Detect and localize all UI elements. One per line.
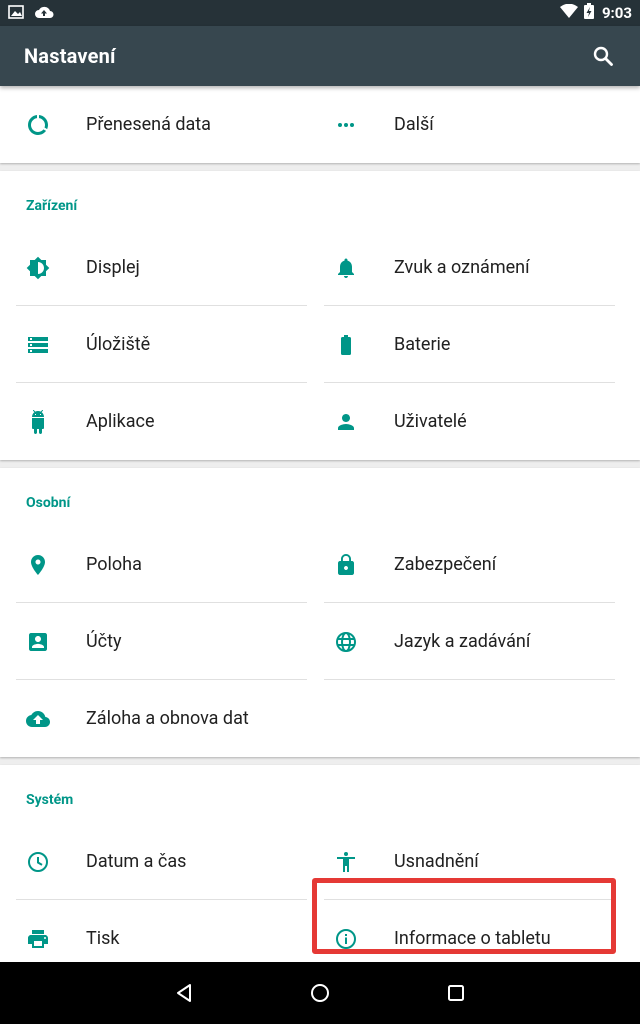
info-icon xyxy=(324,927,368,951)
tile-label: Záloha a obnova dat xyxy=(86,708,249,729)
tile-label: Jazyk a zadávání xyxy=(394,631,531,652)
clock-icon xyxy=(16,850,60,874)
bell-icon xyxy=(324,256,368,280)
tile-label: Poloha xyxy=(86,554,142,575)
tile-more[interactable]: Další xyxy=(324,86,615,163)
tile-label: Zvuk a oznámení xyxy=(394,257,530,278)
settings-list: Přenesená data Další Zařízení Displej Zv… xyxy=(0,86,640,962)
tile-accounts[interactable]: Účty xyxy=(16,603,307,680)
tile-apps[interactable]: Aplikace xyxy=(16,383,307,460)
clock-time: 9:03 xyxy=(601,4,632,22)
status-bar: 9:03 xyxy=(0,0,640,26)
accessibility-icon xyxy=(324,850,368,874)
tile-backup[interactable]: Záloha a obnova dat xyxy=(16,680,307,757)
brightness-icon xyxy=(16,256,60,280)
cloud-upload-icon xyxy=(16,707,60,731)
battery-charging-icon xyxy=(583,3,594,23)
section-device: Zařízení Displej Zvuk a oznámení Úložišt… xyxy=(0,171,640,460)
tile-label: Usnadnění xyxy=(394,851,479,872)
tile-data-usage[interactable]: Přenesená data xyxy=(16,86,307,163)
tile-date-time[interactable]: Datum a čas xyxy=(16,823,307,900)
section-personal: Osobní Poloha Zabezpečení Účty Jazyk a z… xyxy=(0,468,640,757)
printer-icon xyxy=(16,927,60,951)
tile-language[interactable]: Jazyk a zadávání xyxy=(324,603,615,680)
tile-label: Účty xyxy=(86,631,122,652)
wifi-icon xyxy=(559,3,578,22)
section-title: Zařízení xyxy=(26,198,78,214)
cloud-upload-notification-icon xyxy=(34,4,54,23)
tile-print[interactable]: Tisk xyxy=(16,900,307,962)
tile-about-tablet[interactable]: Informace o tabletu xyxy=(324,900,615,962)
home-icon[interactable] xyxy=(252,962,388,1024)
tile-label: Displej xyxy=(86,257,140,278)
tile-display[interactable]: Displej xyxy=(16,229,307,306)
tile-sound[interactable]: Zvuk a oznámení xyxy=(324,229,615,306)
page-title: Nastavení xyxy=(24,44,116,68)
section-title: Systém xyxy=(26,792,74,808)
tile-label: Aplikace xyxy=(86,411,155,432)
recents-icon[interactable] xyxy=(388,962,524,1024)
image-notification-icon xyxy=(8,4,24,23)
person-icon xyxy=(324,410,368,434)
lock-icon xyxy=(324,553,368,577)
search-icon[interactable] xyxy=(590,43,616,69)
app-toolbar: Nastavení xyxy=(0,26,640,86)
tile-battery[interactable]: Baterie xyxy=(324,306,615,383)
tile-label: Přenesená data xyxy=(86,114,211,135)
tile-storage[interactable]: Úložiště xyxy=(16,306,307,383)
more-horiz-icon xyxy=(324,113,368,137)
account-box-icon xyxy=(16,630,60,654)
tile-security[interactable]: Zabezpečení xyxy=(324,526,615,603)
section-system: Systém Datum a čas Usnadnění Tisk Inform… xyxy=(0,765,640,962)
storage-icon xyxy=(16,333,60,357)
tile-label: Tisk xyxy=(86,928,120,949)
tile-label: Uživatelé xyxy=(394,411,467,432)
section-title: Osobní xyxy=(26,495,71,511)
tile-accessibility[interactable]: Usnadnění xyxy=(324,823,615,900)
tile-label: Baterie xyxy=(394,334,451,355)
tile-label: Informace o tabletu xyxy=(394,928,551,949)
android-icon xyxy=(16,409,60,434)
navigation-bar xyxy=(0,962,640,1024)
tile-label: Úložiště xyxy=(86,334,151,355)
tile-label: Datum a čas xyxy=(86,851,187,872)
location-pin-icon xyxy=(16,553,60,577)
back-icon[interactable] xyxy=(116,962,252,1024)
tile-label: Zabezpečení xyxy=(394,554,497,575)
top-card: Přenesená data Další xyxy=(0,86,640,163)
battery-icon xyxy=(324,333,368,357)
tile-label: Další xyxy=(394,114,434,135)
data-usage-icon xyxy=(16,113,60,137)
tile-users[interactable]: Uživatelé xyxy=(324,383,615,460)
globe-icon xyxy=(324,630,368,654)
tile-location[interactable]: Poloha xyxy=(16,526,307,603)
